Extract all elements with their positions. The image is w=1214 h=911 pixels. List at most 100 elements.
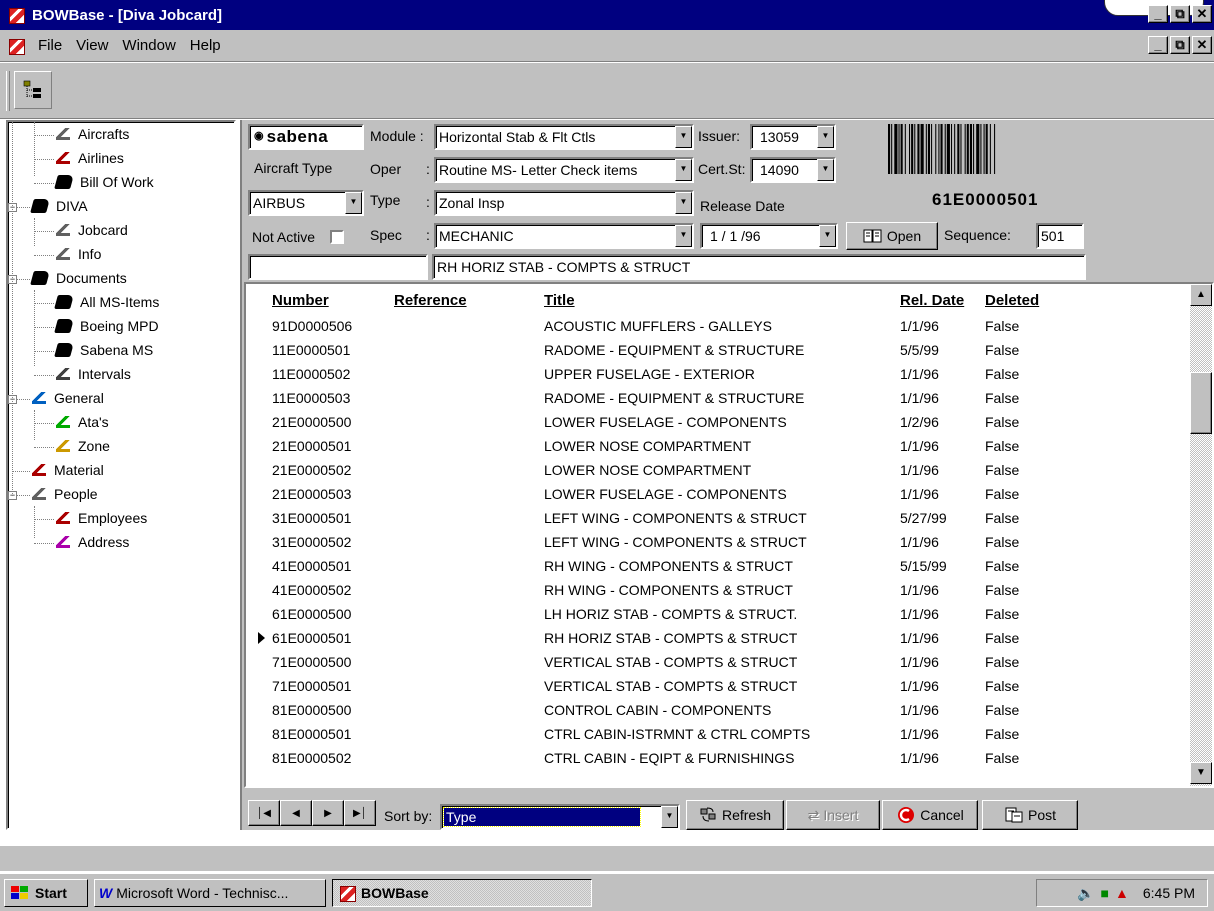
menu-file[interactable]: File: [38, 37, 62, 54]
module-select[interactable]: Horizontal Stab & Flt Ctls ▼: [434, 124, 694, 150]
tree-item-intervals[interactable]: Intervals: [56, 366, 131, 382]
tree-item-employees[interactable]: Employees: [56, 510, 147, 526]
tree-item-zone[interactable]: Zone: [56, 438, 110, 454]
tree-item-material[interactable]: Material: [32, 462, 104, 478]
header-number[interactable]: Number: [272, 292, 329, 309]
speaker-icon[interactable]: 🔈: [1077, 885, 1094, 902]
table-row[interactable]: 31E0000502 LEFT WING - COMPONENTS & STRUC…: [246, 530, 1186, 554]
tree-item-documents[interactable]: Documents: [30, 270, 127, 286]
table-row[interactable]: 41E0000502 RH WING - COMPONENTS & STRUCT 1…: [246, 578, 1186, 602]
chevron-down-icon[interactable]: ▼: [675, 192, 692, 214]
chevron-down-icon[interactable]: ▼: [819, 225, 836, 247]
doc-restore-button[interactable]: ⧉: [1170, 36, 1190, 54]
oper-select[interactable]: Routine MS- Letter Check items ▼: [434, 157, 694, 183]
document-icon[interactable]: [8, 38, 25, 55]
cancel-button[interactable]: Cancel: [882, 800, 978, 830]
open-button[interactable]: Open: [846, 222, 938, 250]
header-deleted[interactable]: Deleted: [985, 292, 1039, 309]
clock[interactable]: 6:45 PM: [1143, 885, 1195, 901]
restore-button[interactable]: ⧉: [1170, 5, 1190, 23]
tree-item-airlines[interactable]: Airlines: [56, 150, 124, 166]
tree-item-jobcard[interactable]: Jobcard: [56, 222, 128, 238]
start-button[interactable]: Start: [4, 879, 88, 907]
spec-select[interactable]: MECHANIC ▼: [434, 223, 694, 249]
scroll-down-button[interactable]: ▼: [1190, 762, 1212, 784]
table-row[interactable]: 91D0000506 ACOUSTIC MUFFLERS - GALLEYS 1/1…: [246, 314, 1186, 338]
tray-app-icon[interactable]: ▲: [1115, 885, 1129, 901]
tree-item-bill-of-work[interactable]: Bill Of Work: [54, 174, 154, 190]
tree-item-info[interactable]: Info: [56, 246, 101, 262]
table-row[interactable]: 61E0000500 LH HORIZ STAB - COMPTS & STRUC…: [246, 602, 1186, 626]
release-date-picker[interactable]: 1 / 1 /96 ▼: [700, 223, 838, 249]
certst-select[interactable]: 14090 ▼: [750, 157, 836, 183]
taskbar-bowbase[interactable]: BOWBase: [332, 879, 592, 907]
first-record-button[interactable]: │◀: [248, 800, 280, 826]
table-row[interactable]: 21E0000501 LOWER NOSE COMPARTMENT 1/1/96 Fa…: [246, 434, 1186, 458]
post-button[interactable]: Post: [982, 800, 1078, 830]
next-record-button[interactable]: ▶: [312, 800, 344, 826]
not-active-checkbox[interactable]: [330, 230, 344, 244]
description-field[interactable]: RH HORIZ STAB - COMPTS & STRUCT: [432, 254, 1086, 280]
network-icon[interactable]: ■: [1101, 885, 1109, 901]
tree-item-sabena-ms[interactable]: Sabena MS: [54, 342, 153, 358]
table-row[interactable]: 31E0000501 LEFT WING - COMPONENTS & STRUC…: [246, 506, 1186, 530]
table-row[interactable]: 61E0000501 RH HORIZ STAB - COMPTS & STRUC…: [246, 626, 1186, 650]
blank-field[interactable]: [248, 254, 428, 280]
table-row[interactable]: 21E0000500 LOWER FUSELAGE - COMPONENTS 1/2…: [246, 410, 1186, 434]
doc-close-button[interactable]: ✕: [1192, 36, 1212, 54]
menu-window[interactable]: Window: [122, 37, 175, 54]
table-row[interactable]: 41E0000501 RH WING - COMPONENTS & STRUCT 5…: [246, 554, 1186, 578]
insert-button[interactable]: ⇄ Insert: [786, 800, 880, 830]
jobcard-grid[interactable]: Number Reference Title Rel. Date Deleted…: [244, 282, 1214, 788]
chevron-down-icon[interactable]: ▼: [817, 159, 834, 181]
table-row[interactable]: 81E0000500 CONTROL CABIN - COMPONENTS 1/1/…: [246, 698, 1186, 722]
table-row[interactable]: 21E0000503 LOWER FUSELAGE - COMPONENTS 1/1…: [246, 482, 1186, 506]
refresh-button[interactable]: Refresh: [686, 800, 784, 830]
tree-item-all-ms-items[interactable]: All MS-Items: [54, 294, 159, 310]
last-record-button[interactable]: ▶│: [344, 800, 376, 826]
sequence-field[interactable]: 501: [1036, 223, 1084, 249]
type-select[interactable]: Zonal Insp ▼: [434, 190, 694, 216]
chevron-down-icon[interactable]: ▼: [345, 192, 362, 214]
toolbar-grip[interactable]: [6, 71, 10, 111]
chevron-down-icon[interactable]: ▼: [817, 126, 834, 148]
prior-record-button[interactable]: ◀: [280, 800, 312, 826]
scroll-up-button[interactable]: ▲: [1190, 284, 1212, 306]
table-row[interactable]: 11E0000503 RADOME - EQUIPMENT & STRUCTURE…: [246, 386, 1186, 410]
header-title[interactable]: Title: [544, 292, 575, 309]
header-rel-date[interactable]: Rel. Date: [900, 292, 964, 309]
taskbar-word[interactable]: W Microsoft Word - Technisc...: [94, 879, 326, 907]
app-icon[interactable]: [8, 7, 25, 24]
tree-item-people[interactable]: People: [32, 486, 98, 502]
chevron-down-icon[interactable]: ▼: [675, 159, 692, 181]
sortby-select[interactable]: Type ▼: [440, 804, 680, 830]
table-row[interactable]: 71E0000501 VERTICAL STAB - COMPTS & STRUC…: [246, 674, 1186, 698]
minimize-button[interactable]: _: [1148, 5, 1168, 23]
table-row[interactable]: 81E0000502 CTRL CABIN - EQIPT & FURNISHIN…: [246, 746, 1186, 770]
aircraft-type-select[interactable]: AIRBUS ▼: [248, 190, 364, 216]
menu-help[interactable]: Help: [190, 37, 221, 54]
doc-minimize-button[interactable]: _: [1148, 36, 1168, 54]
scroll-thumb[interactable]: [1190, 372, 1212, 434]
table-row[interactable]: 11E0000502 UPPER FUSELAGE - EXTERIOR 1/1/9…: [246, 362, 1186, 386]
tree-item-aircrafts[interactable]: Aircrafts: [56, 126, 129, 142]
menu-view[interactable]: View: [76, 37, 108, 54]
chevron-down-icon[interactable]: ▼: [661, 806, 678, 828]
tree-item-ata-s[interactable]: Ata's: [56, 414, 109, 430]
table-row[interactable]: 11E0000501 RADOME - EQUIPMENT & STRUCTURE…: [246, 338, 1186, 362]
navigation-tree[interactable]: Aircrafts Airlines Bill Of Work DIVA − Jobcar…: [6, 120, 236, 830]
chevron-down-icon[interactable]: ▼: [675, 126, 692, 148]
tree-item-general[interactable]: General: [32, 390, 104, 406]
tree-view-button[interactable]: [14, 71, 52, 109]
issuer-select[interactable]: 13059 ▼: [750, 124, 836, 150]
table-row[interactable]: 81E0000501 CTRL CABIN-ISTRMNT & CTRL COMP…: [246, 722, 1186, 746]
table-row[interactable]: 71E0000500 VERTICAL STAB - COMPTS & STRUC…: [246, 650, 1186, 674]
tree-item-address[interactable]: Address: [56, 534, 129, 550]
vertical-scrollbar[interactable]: ▲ ▼: [1190, 284, 1212, 786]
table-row[interactable]: 21E0000502 LOWER NOSE COMPARTMENT 1/1/96 Fa…: [246, 458, 1186, 482]
tree-item-diva[interactable]: DIVA: [30, 198, 88, 214]
tree-item-boeing-mpd[interactable]: Boeing MPD: [54, 318, 159, 334]
chevron-down-icon[interactable]: ▼: [675, 225, 692, 247]
header-reference[interactable]: Reference: [394, 292, 467, 309]
close-button[interactable]: ✕: [1192, 5, 1212, 23]
